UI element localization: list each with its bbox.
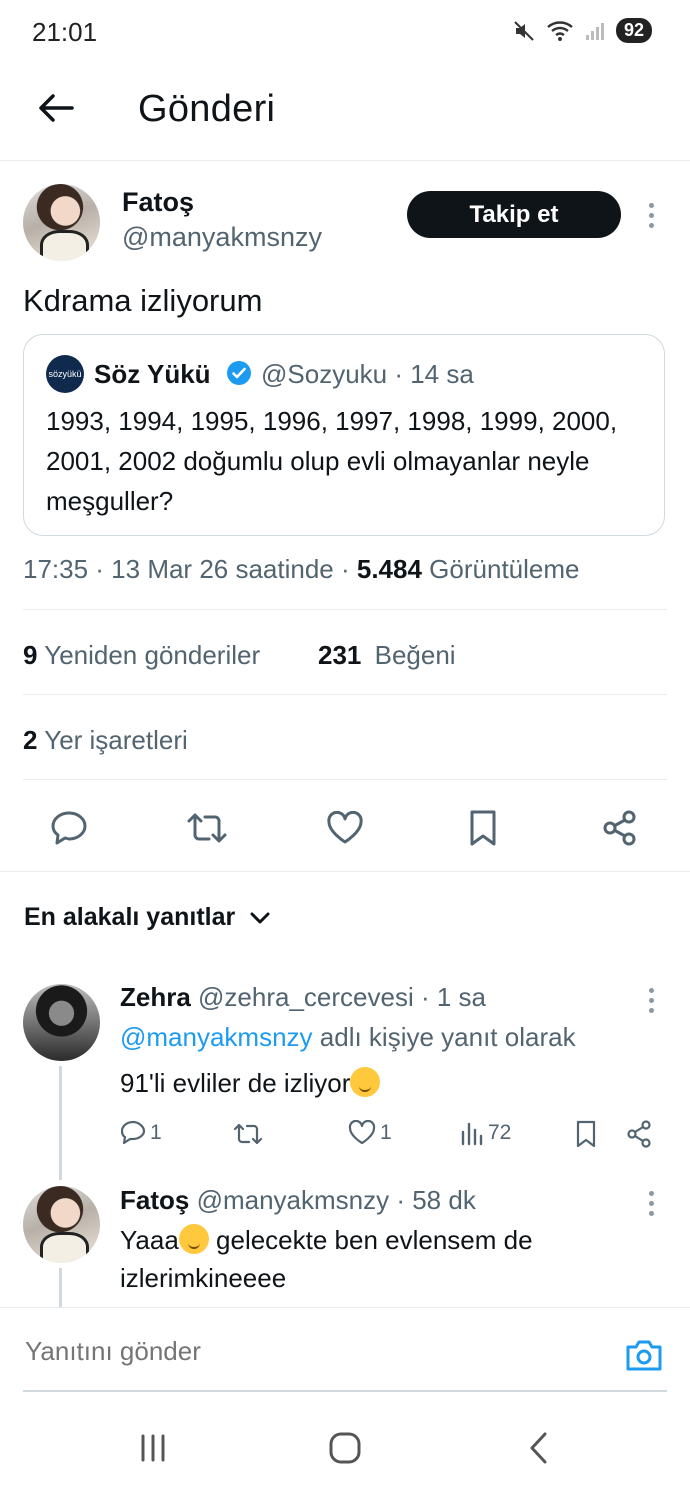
reply-like-button[interactable]: 1 (348, 1120, 392, 1146)
view-count: 72 (488, 1121, 512, 1144)
more-options-icon[interactable] (641, 988, 661, 1013)
hugging-face-emoji-icon (178, 1224, 209, 1254)
battery-indicator: 92 (615, 18, 652, 43)
tweet-timestamp: 17:35 · 13 Mar 26 saatinde · (23, 554, 357, 584)
share-icon (627, 1120, 651, 1148)
share-icon[interactable] (598, 806, 642, 850)
wifi-icon (547, 20, 573, 41)
home-icon[interactable] (320, 1428, 370, 1468)
author-name[interactable]: Fatoş (122, 187, 194, 218)
composer-underline (23, 1390, 667, 1392)
divider (23, 694, 667, 695)
like-icon[interactable] (323, 806, 367, 850)
bookmark-icon[interactable] (461, 806, 505, 850)
likes-count: 231 (318, 640, 362, 670)
verified-badge-icon (227, 361, 251, 385)
follow-button[interactable]: Takip et (407, 191, 621, 238)
recent-apps-icon[interactable] (128, 1428, 178, 1468)
more-options-icon[interactable] (641, 203, 661, 228)
reply-icon[interactable] (47, 806, 91, 850)
back-button[interactable] (34, 88, 78, 128)
reply-header: Fatoş @manyakmsnzy · 58 dk (120, 1185, 476, 1216)
bookmarks-label: Yer işaretleri (44, 725, 188, 755)
replies-sort-dropdown[interactable]: En alakalı yanıtlar (24, 903, 271, 932)
quoted-avatar[interactable]: sözyükü (46, 355, 84, 393)
analytics-icon (461, 1122, 483, 1146)
thread-line (59, 1066, 62, 1180)
reply-handle-time: @zehra_cercevesi · 1 sa (190, 982, 486, 1012)
page-title: Gönderi (138, 88, 276, 130)
reply-bookmark-button[interactable] (575, 1120, 597, 1148)
hand-over-mouth-emoji-icon (350, 1067, 381, 1097)
camera-icon[interactable] (624, 1337, 664, 1373)
reply-input[interactable] (23, 1328, 587, 1374)
more-options-icon[interactable] (641, 1191, 661, 1216)
author-avatar[interactable] (23, 184, 100, 261)
reposts-label: Yeniden gönderiler (44, 640, 261, 670)
top-header (0, 64, 690, 161)
quoted-handle-time: @Sozyuku · 14 sa (261, 359, 474, 389)
reply-comment-button[interactable]: 1 (120, 1120, 162, 1146)
reply-handle-time: @manyakmsnzy · 58 dk (189, 1185, 476, 1215)
reply-views-button[interactable]: 72 (460, 1120, 511, 1146)
quoted-avatar-logo-text: sözyükü (48, 369, 82, 379)
like-icon (348, 1120, 376, 1145)
reply-body: 91'li evliler de izliyor (120, 1068, 351, 1098)
tweet-meta: 17:35 · 13 Mar 26 saatinde · 5.484 Görün… (23, 554, 579, 585)
reply-text: Yaaa gelecekte ben evlensem de (120, 1221, 533, 1259)
reposts-count: 9 (23, 640, 38, 670)
reply-share-button[interactable] (625, 1120, 653, 1148)
chevron-down-icon (250, 912, 270, 923)
likes-label: Beğeni (374, 640, 456, 670)
like-count: 1 (380, 1121, 392, 1144)
reply-icon (120, 1120, 146, 1145)
reply-repost-button[interactable] (233, 1122, 263, 1146)
author-handle[interactable]: @manyakmsnzy (122, 222, 322, 253)
system-nav-bar (0, 1400, 690, 1495)
status-icons: 92 (512, 18, 652, 43)
thread-line (59, 1268, 62, 1308)
tweet-text: Kdrama izliyorum (23, 283, 263, 318)
status-bar: 21:01 92 (0, 0, 690, 64)
reply-context-text: adlı kişiye yanıt olarak (312, 1022, 576, 1052)
reply-avatar[interactable] (23, 1186, 100, 1263)
views-label: Görüntüleme (421, 554, 580, 584)
reply-body-line2: izlerimkineeee (120, 1263, 287, 1293)
reply-context: @manyakmsnzy adlı kişiye yanıt olarak (120, 1018, 576, 1056)
signal-icon (585, 22, 604, 40)
quoted-text: 1993, 1994, 1995, 1996, 1997, 1998, 1999… (46, 406, 618, 516)
repost-icon (233, 1123, 263, 1145)
status-time: 21:01 (32, 17, 98, 47)
arrow-left-icon (39, 94, 74, 122)
mute-icon (514, 20, 534, 41)
repost-icon[interactable] (185, 806, 229, 850)
divider (23, 609, 667, 610)
views-count: 5.484 (356, 554, 422, 584)
reply-avatar[interactable] (23, 984, 100, 1061)
reply-text: 91'li evliler de izliyor (120, 1064, 381, 1102)
back-nav-icon[interactable] (514, 1428, 564, 1468)
bookmark-icon (576, 1120, 596, 1148)
reposts-stat[interactable]: 9 Yeniden gönderiler (23, 640, 260, 671)
replies-sort-label: En alakalı yanıtlar (24, 903, 236, 931)
mention-link[interactable]: @manyakmsnzy (120, 1022, 313, 1052)
quoted-author-name[interactable]: Söz Yükü (94, 359, 211, 390)
tweet-action-bar (0, 780, 690, 872)
quoted-tweet[interactable]: sözyükü Söz Yükü @Sozyuku · 14 sa 1993, … (23, 334, 665, 536)
likes-stat[interactable]: 231 Beğeni (318, 640, 456, 671)
reply-author-name[interactable]: Fatoş (120, 1185, 189, 1215)
reply-author-name[interactable]: Zehra (120, 982, 191, 1012)
reply-count: 1 (150, 1121, 162, 1144)
reply-body-line1: Yaaa (120, 1225, 179, 1255)
bookmarks-stat[interactable]: 2 Yer işaretleri (23, 725, 188, 756)
reply-header: Zehra @zehra_cercevesi · 1 sa (120, 982, 486, 1013)
bookmarks-count: 2 (23, 725, 38, 755)
divider (0, 871, 690, 872)
reply-body-line1-rest: gelecekte ben evlensem de (208, 1225, 533, 1255)
